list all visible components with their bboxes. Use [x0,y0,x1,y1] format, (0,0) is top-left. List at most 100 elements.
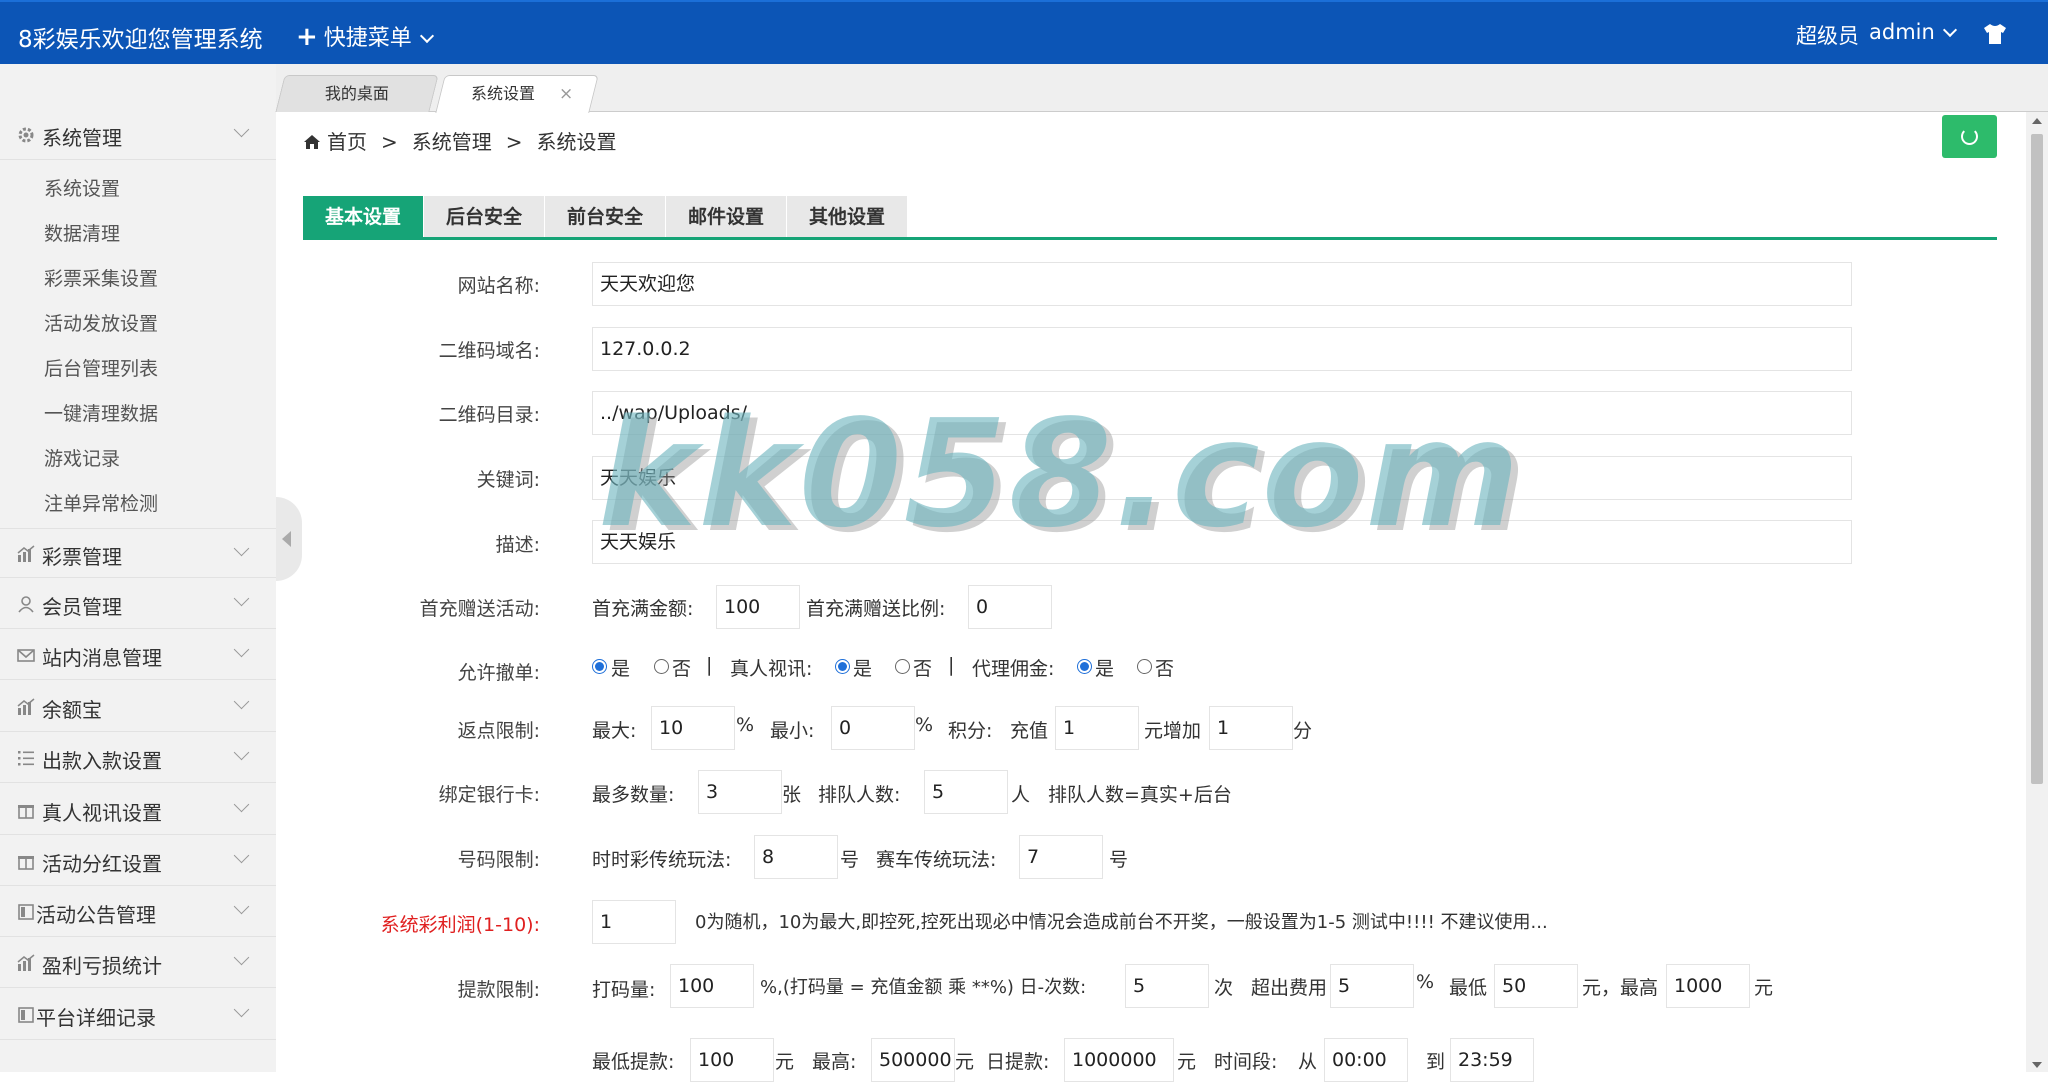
add-label: 元增加 [1144,720,1202,742]
live-video-yes-radio[interactable] [835,659,850,674]
points-add-field[interactable]: 1 [1209,706,1293,750]
tab-frontend-security[interactable]: 前台安全 [545,196,665,238]
min-withdraw-field[interactable]: 100 [690,1038,774,1082]
yuan-unit: 元 [775,1051,795,1073]
sidebar-group-label: 会员管理 [42,595,122,619]
sidebar-item-activity-release[interactable]: 活动发放设置 [44,309,158,336]
sidebar-group-lottery[interactable]: 彩票管理 [0,528,276,578]
high-field[interactable]: 1000 [1666,964,1750,1008]
number-limit-label: 号码限制: [457,849,540,871]
racing-field[interactable]: 7 [1019,835,1103,879]
sidebar-group-activity-dividend[interactable]: 活动分红设置 [0,836,276,886]
allow-cancel-no-radio[interactable] [654,659,669,674]
sidebar-item-game-records[interactable]: 游戏记录 [44,444,120,471]
vertical-scrollbar[interactable] [2026,112,2048,1072]
chevron-down-icon [233,796,250,813]
site-name-field[interactable]: 天天欢迎您 [592,262,1852,306]
scrollbar-thumb[interactable] [2031,134,2043,784]
sidebar-item-bet-anomaly[interactable]: 注单异常检测 [44,489,158,516]
sidebar-item-admin-list[interactable]: 后台管理列表 [44,354,158,381]
ssc-field[interactable]: 8 [754,835,838,879]
sidebar-item-lottery-collect[interactable]: 彩票采集设置 [44,264,158,291]
racing-label: 赛车传统玩法: [876,849,997,871]
sidebar-group-announcements[interactable]: 活动公告管理 [0,887,276,937]
bank-max-field[interactable]: 3 [698,770,782,814]
sidebar-item-one-click-clean[interactable]: 一键清理数据 [44,399,158,426]
daily-times-field[interactable]: 5 [1125,964,1209,1008]
close-icon[interactable]: × [559,76,573,112]
code-amount-field[interactable]: 100 [670,964,754,1008]
sidebar-group-deposit-withdraw[interactable]: 出款入款设置 [0,733,276,783]
from-label: 从 [1298,1051,1318,1073]
sidebar-group-label: 站内消息管理 [42,646,162,670]
tab-system-settings[interactable]: 系统设置 × [435,75,599,113]
sidebar-group-profit-loss[interactable]: 盈利亏损统计 [0,938,276,988]
chevron-down-icon [233,540,250,557]
description-field[interactable]: 天天娱乐 [592,520,1852,564]
user-menu[interactable]: admin [1869,20,1957,44]
scroll-down-icon[interactable] [2032,1062,2042,1068]
agent-commission-yes-radio[interactable] [1077,659,1092,674]
qr-dir-field[interactable]: ../wap/Uploads/ [592,391,1852,435]
sidebar-group-yuebao[interactable]: 余额宝 [0,682,276,732]
sidebar-group-live-video[interactable]: 真人视讯设置 [0,785,276,835]
rebate-min-field[interactable]: 0 [831,706,915,750]
first-charge-full-field[interactable]: 100 [716,585,800,629]
max-withdraw-field[interactable]: 500000 [871,1038,955,1082]
sidebar-group-label: 系统管理 [42,126,122,150]
percent-unit: % [736,714,755,736]
time-to-field[interactable]: 23:59 [1450,1038,1534,1082]
percent-unit: % [915,714,934,736]
rebate-max-field[interactable]: 10 [651,706,735,750]
first-charge-ratio-label: 首充满赠送比例: [806,598,946,620]
tab-my-desktop[interactable]: 我的桌面 [275,75,439,112]
refresh-icon [1961,128,1978,145]
person-unit: 人 [1011,784,1031,806]
description-label: 描述: [495,534,540,556]
chevron-down-icon [233,898,250,915]
refresh-button[interactable] [1942,115,1997,158]
fee-field[interactable]: 5 [1330,964,1414,1008]
sidebar-group-messages[interactable]: 站内消息管理 [0,630,276,680]
allow-cancel-yes-radio[interactable] [592,659,607,674]
tab-label: 我的桌面 [324,84,389,103]
chevron-down-icon [233,1001,250,1018]
sidebar-group-system[interactable]: 系统管理 [0,110,276,160]
breadcrumb-home[interactable]: 首页 [327,130,367,154]
chevron-down-icon [233,590,250,607]
page-tab-strip: 我的桌面 系统设置 × [275,64,2048,113]
tab-mail-settings[interactable]: 邮件设置 [666,196,786,238]
time-from-field[interactable]: 00:00 [1324,1038,1408,1082]
first-charge-ratio-field[interactable]: 0 [968,585,1052,629]
tab-backend-security[interactable]: 后台安全 [424,196,544,238]
queue-field[interactable]: 5 [924,770,1008,814]
sidebar-item-system-settings[interactable]: 系统设置 [44,174,120,201]
qr-domain-field[interactable]: 127.0.0.2 [592,327,1852,371]
breadcrumb-level2: 系统设置 [536,130,617,154]
low-field[interactable]: 50 [1494,964,1578,1008]
charge-label: 充值 [1010,720,1049,742]
daily-withdraw-field[interactable]: 1000000 [1064,1038,1174,1082]
sidebar-group-label: 活动分红设置 [42,852,162,876]
radio-no-label: 否 [1155,658,1175,680]
shirt-icon[interactable] [1983,23,2007,45]
keywords-field[interactable]: 天天娱乐 [592,456,1852,500]
percent-unit: % [1416,971,1435,993]
scroll-up-icon[interactable] [2032,118,2042,124]
breadcrumb-separator: > [505,130,523,154]
daily-withdraw-label: 日提款: [986,1051,1050,1073]
points-charge-field[interactable]: 1 [1055,706,1139,750]
tab-basic-settings[interactable]: 基本设置 [303,196,423,238]
queue-label: 排队人数: [818,784,901,806]
system-profit-field[interactable]: 1 [592,900,676,944]
sidebar-item-data-clean[interactable]: 数据清理 [44,219,120,246]
sidebar-group-members[interactable]: 会员管理 [0,579,276,629]
quick-menu-button[interactable]: + 快捷菜单 [296,20,434,52]
agent-commission-no-radio[interactable] [1137,659,1152,674]
bar-chart-icon [17,698,35,715]
sidebar-group-platform-records[interactable]: 平台详细记录 [0,990,276,1040]
breadcrumb-level1[interactable]: 系统管理 [412,130,492,154]
live-video-no-radio[interactable] [895,659,910,674]
gift-icon [18,856,34,870]
tab-other-settings[interactable]: 其他设置 [787,196,907,238]
